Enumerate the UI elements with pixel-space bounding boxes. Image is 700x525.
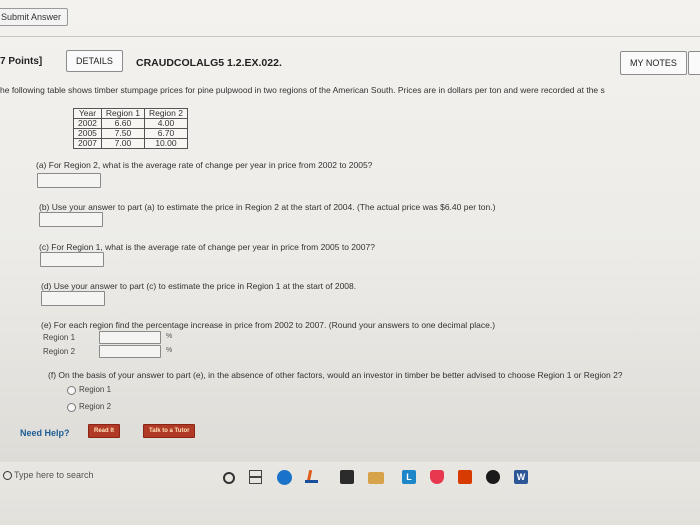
question-d: (d) Use your answer to part (c) to estim… — [41, 281, 357, 291]
region-2-label: Region 2 — [43, 347, 76, 356]
region-1-option-label: Region 1 — [79, 385, 112, 394]
taskbar-search[interactable]: Type here to search — [0, 462, 200, 492]
percent-label: % — [166, 333, 173, 340]
search-placeholder: Type here to search — [14, 470, 94, 480]
question-a: (a) For Region 2, what is the average ra… — [36, 160, 373, 170]
webassign-page: Submit Answer 7 Points] DETAILS CRAUDCOL… — [0, 0, 700, 462]
windows-taskbar: Type here to search L W — [0, 462, 700, 525]
answer-a-input[interactable] — [37, 173, 101, 188]
office-icon[interactable] — [458, 470, 472, 484]
question-b: (b) Use your answer to part (a) to estim… — [39, 202, 496, 212]
table-cell: 10.00 — [143, 138, 188, 149]
region-1-radio[interactable] — [67, 386, 76, 395]
table-cell: 2007 — [73, 138, 102, 149]
search-icon — [3, 471, 12, 480]
price-table: Year Region 1 Region 2 2002 6.60 4.00 20… — [73, 108, 188, 149]
table-cell: 6.70 — [143, 128, 188, 139]
region-2-radio[interactable] — [67, 403, 76, 412]
table-header: Year — [73, 108, 102, 119]
region-2-option-label: Region 2 — [79, 402, 112, 411]
my-notes-button[interactable]: MY NOTES — [620, 51, 687, 75]
table-cell: 6.60 — [100, 118, 145, 129]
table-header-row: Year Region 1 Region 2 — [73, 108, 188, 119]
divider — [0, 36, 700, 37]
details-button[interactable]: DETAILS — [66, 50, 123, 72]
need-help-label: Need Help? — [20, 428, 70, 438]
ask-teacher-button[interactable] — [688, 51, 700, 75]
question-e: (e) For each region find the percentage … — [41, 320, 496, 330]
points-label: 7 Points] — [0, 56, 43, 67]
answer-e-region1-input[interactable] — [99, 331, 161, 344]
store-icon[interactable] — [340, 470, 354, 484]
read-it-button[interactable]: Read It — [88, 424, 121, 438]
table-cell: 7.00 — [100, 138, 145, 149]
table-row: 2005 7.50 6.70 — [73, 128, 188, 139]
table-row: 2002 6.60 4.00 — [73, 118, 188, 129]
talk-to-tutor-button[interactable]: Talk to a Tutor — [143, 424, 196, 438]
question-f: (f) On the basis of your answer to part … — [48, 370, 623, 380]
table-header: Region 2 — [143, 108, 188, 119]
percent-label: % — [166, 347, 173, 354]
table-row: 2007 7.00 10.00 — [73, 138, 188, 149]
question-c: (c) For Region 1, what is the average ra… — [39, 242, 375, 252]
table-cell: 7.50 — [100, 128, 145, 139]
table-header: Region 1 — [100, 108, 145, 119]
pocket-icon[interactable] — [430, 470, 444, 484]
music-icon[interactable] — [486, 470, 500, 484]
task-view-icon[interactable] — [248, 470, 262, 484]
cortana-icon[interactable] — [223, 472, 235, 484]
table-cell: 2005 — [73, 128, 102, 139]
answer-d-input[interactable] — [41, 291, 105, 306]
answer-b-input[interactable] — [39, 212, 103, 227]
answer-c-input[interactable] — [40, 252, 104, 267]
edge-icon[interactable] — [277, 470, 292, 485]
question-code: CRAUDCOLALG5 1.2.EX.022. — [136, 57, 282, 69]
file-explorer-icon[interactable] — [368, 472, 384, 484]
answer-e-region2-input[interactable] — [99, 345, 161, 358]
submit-answer-button[interactable]: Submit Answer — [0, 8, 69, 26]
table-cell: 2002 — [73, 118, 102, 129]
java-icon[interactable] — [305, 470, 319, 484]
region-1-label: Region 1 — [43, 333, 76, 342]
table-cell: 4.00 — [143, 118, 188, 129]
l-app-icon[interactable]: L — [402, 470, 416, 484]
problem-intro: he following table shows timber stumpage… — [0, 85, 605, 95]
word-icon[interactable]: W — [514, 470, 528, 484]
